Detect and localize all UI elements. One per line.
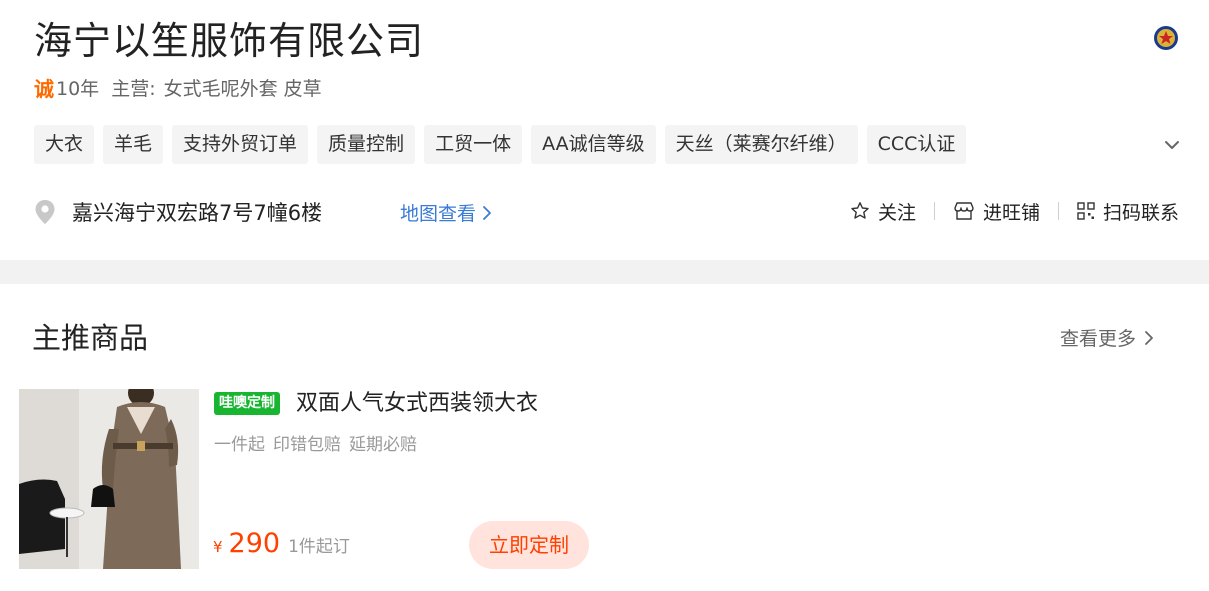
shop-name: 海宁以笙服饰有限公司 — [34, 19, 425, 63]
customize-now-button[interactable]: 立即定制 — [469, 521, 589, 569]
shop-meta: 诚 10年 主营: 女式毛呢外套 皮草 — [34, 74, 322, 101]
map-view-link[interactable]: 地图查看 — [400, 199, 492, 226]
product-image[interactable] — [19, 389, 199, 569]
police-badge-icon[interactable] — [1153, 25, 1179, 51]
shop-actions: 关注 进旺铺 扫码联系 — [850, 196, 1179, 226]
product-features: 一件起 印错包赔 延期必赔 — [214, 430, 417, 455]
enter-store-button[interactable]: 进旺铺 — [953, 198, 1040, 225]
store-icon — [954, 202, 974, 220]
shop-address: 嘉兴海宁双宏路7号7幢6楼 — [72, 201, 323, 225]
shop-tags: 大衣 羊毛 支持外贸订单 质量控制 工贸一体 AA诚信等级 天丝（莱赛尔纤维） … — [34, 125, 967, 164]
follow-button[interactable]: 关注 — [850, 198, 916, 225]
shop-tag[interactable]: 羊毛 — [103, 125, 164, 164]
featured-section-title: 主推商品 — [32, 321, 149, 355]
qr-code-icon — [1077, 202, 1095, 220]
customize-promo-badge: 哇噢定制 — [214, 392, 280, 415]
product-feature: 印错包赔 — [273, 435, 341, 455]
see-more-link[interactable]: 查看更多 — [1060, 324, 1154, 351]
product-title[interactable]: 双面人气女式西装领大衣 — [296, 388, 538, 420]
section-divider — [0, 260, 1209, 284]
chevron-down-icon[interactable] — [1160, 133, 1184, 157]
star-icon — [851, 202, 869, 219]
see-more-label: 查看更多 — [1060, 328, 1137, 350]
main-business-value: 女式毛呢外套 皮草 — [163, 77, 322, 100]
shop-tag[interactable]: AA诚信等级 — [531, 125, 656, 164]
price-currency: ¥ — [213, 538, 223, 556]
main-business-label: 主营: — [111, 77, 156, 100]
scan-contact-button[interactable]: 扫码联系 — [1077, 198, 1179, 225]
map-view-label: 地图查看 — [400, 203, 477, 225]
shop-tag[interactable]: 工贸一体 — [424, 125, 523, 164]
shop-tag[interactable]: 支持外贸订单 — [172, 125, 309, 164]
map-pin-icon — [35, 200, 55, 224]
chevron-right-icon — [483, 205, 491, 220]
product-price: ¥ 290 1件起订 — [213, 528, 350, 559]
product-feature: 一件起 — [214, 435, 265, 455]
enter-store-label: 进旺铺 — [982, 201, 1040, 224]
address-row: 嘉兴海宁双宏路7号7幢6楼 — [34, 195, 322, 229]
price-value: 290 — [228, 528, 281, 559]
shop-tag[interactable]: 天丝（莱赛尔纤维） — [664, 125, 858, 164]
follow-label: 关注 — [877, 201, 916, 224]
chevron-right-icon — [1145, 330, 1153, 345]
divider — [1057, 202, 1059, 220]
shop-header-card: 海宁以笙服饰有限公司 诚 10年 主营: 女式毛呢外套 皮草 大衣 羊毛 支持外… — [0, 0, 1209, 260]
minimum-order: 1件起订 — [288, 537, 350, 557]
cheng-xin-icon: 诚 — [34, 76, 54, 101]
shop-tag[interactable]: 大衣 — [34, 125, 95, 164]
product-feature: 延期必赔 — [349, 435, 417, 455]
scan-contact-label: 扫码联系 — [1102, 201, 1179, 224]
shop-tag[interactable]: CCC认证 — [866, 125, 967, 164]
years-in-business: 10年 — [56, 77, 100, 100]
shop-tag[interactable]: 质量控制 — [317, 125, 416, 164]
divider — [933, 202, 935, 220]
